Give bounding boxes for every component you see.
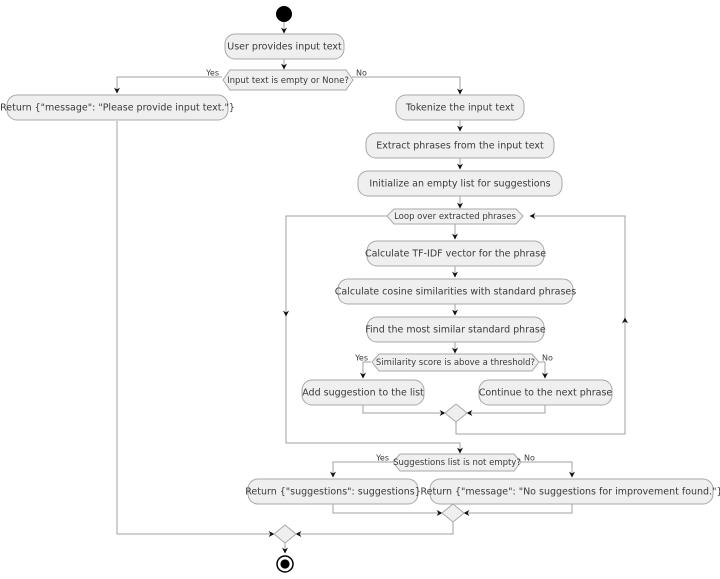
node-user-input[interactable]: User provides input text	[224, 33, 345, 60]
node-tfidf-label: Calculate TF-IDF vector for the phrase	[365, 249, 546, 260]
node-suggestions-check-label: Suggestions list is not empty?	[393, 458, 521, 468]
guard-suggestions-no: No	[524, 454, 535, 463]
node-cosine[interactable]: Calculate cosine similarities with stand…	[335, 278, 576, 305]
edge-merge-results-to-final-merge	[295, 522, 454, 537]
node-most-similar-label: Find the most similar standard phrase	[365, 325, 546, 336]
node-tokenize-label: Tokenize the input text	[405, 103, 515, 114]
node-return-suggestions[interactable]: Return {"suggestions": suggestions}	[245, 478, 421, 505]
node-tfidf[interactable]: Calculate TF-IDF vector for the phrase	[365, 240, 546, 267]
edge-empty-check-yes	[114, 76, 222, 94]
node-tokenize[interactable]: Tokenize the input text	[395, 94, 525, 121]
node-empty-check-label: Input text is empty or None?	[227, 76, 349, 86]
node-return-please-provide-label: Return {"message": "Please provide input…	[0, 103, 235, 114]
edge-threshold-yes	[360, 361, 371, 379]
node-threshold-check-label: Similarity score is above a threshold?	[376, 358, 535, 368]
guard-empty-check-yes: Yes	[205, 69, 219, 78]
merge-node-final	[273, 524, 297, 544]
node-return-suggestions-label: Return {"suggestions": suggestions}	[245, 487, 421, 498]
node-init-list-label: Initialize an empty list for suggestions	[369, 179, 550, 190]
node-init-list[interactable]: Initialize an empty list for suggestions	[357, 170, 563, 197]
node-return-no-suggestions[interactable]: Return {"message": "No suggestions for i…	[420, 478, 720, 505]
merge-node-results	[441, 503, 465, 523]
node-user-input-label: User provides input text	[227, 42, 342, 53]
start-node	[276, 6, 292, 22]
node-add-suggestion-label: Add suggestion to the list	[302, 388, 424, 399]
node-threshold-check[interactable]: Similarity score is above a threshold?	[371, 353, 540, 372]
edge-suggestions-yes	[330, 461, 393, 478]
node-extract-phrases[interactable]: Extract phrases from the input text	[365, 132, 555, 159]
node-continue-next[interactable]: Continue to the next phrase	[478, 379, 613, 406]
guard-suggestions-yes: Yes	[375, 454, 389, 463]
node-suggestions-check[interactable]: Suggestions list is not empty?	[392, 453, 522, 472]
edge-suggestions-no	[521, 461, 575, 478]
node-loop[interactable]: Loop over extracted phrases	[386, 208, 524, 225]
end-node-inner-dot	[280, 559, 290, 569]
guard-threshold-no: No	[542, 354, 553, 363]
node-extract-phrases-label: Extract phrases from the input text	[376, 141, 544, 152]
node-most-similar[interactable]: Find the most similar standard phrase	[365, 316, 546, 343]
activity-diagram-canvas: User provides input text Input text is e…	[0, 0, 720, 579]
guard-empty-check-no: No	[356, 69, 367, 78]
node-loop-label: Loop over extracted phrases	[394, 212, 516, 222]
node-add-suggestion[interactable]: Add suggestion to the list	[301, 379, 425, 406]
edge-return-please-to-final-merge	[116, 121, 275, 537]
merge-node-threshold	[444, 403, 468, 423]
node-continue-next-label: Continue to the next phrase	[479, 388, 613, 399]
node-cosine-label: Calculate cosine similarities with stand…	[335, 287, 576, 298]
node-empty-check[interactable]: Input text is empty or None?	[222, 69, 354, 91]
flowchart-svg: User provides input text Input text is e…	[0, 6, 720, 573]
guard-threshold-yes: Yes	[354, 354, 368, 363]
edge-threshold-no	[539, 361, 548, 379]
end-node	[276, 555, 294, 573]
edge-empty-check-no	[352, 76, 463, 95]
node-return-please-provide[interactable]: Return {"message": "Please provide input…	[0, 94, 235, 121]
node-return-no-suggestions-label: Return {"message": "No suggestions for i…	[420, 487, 720, 498]
